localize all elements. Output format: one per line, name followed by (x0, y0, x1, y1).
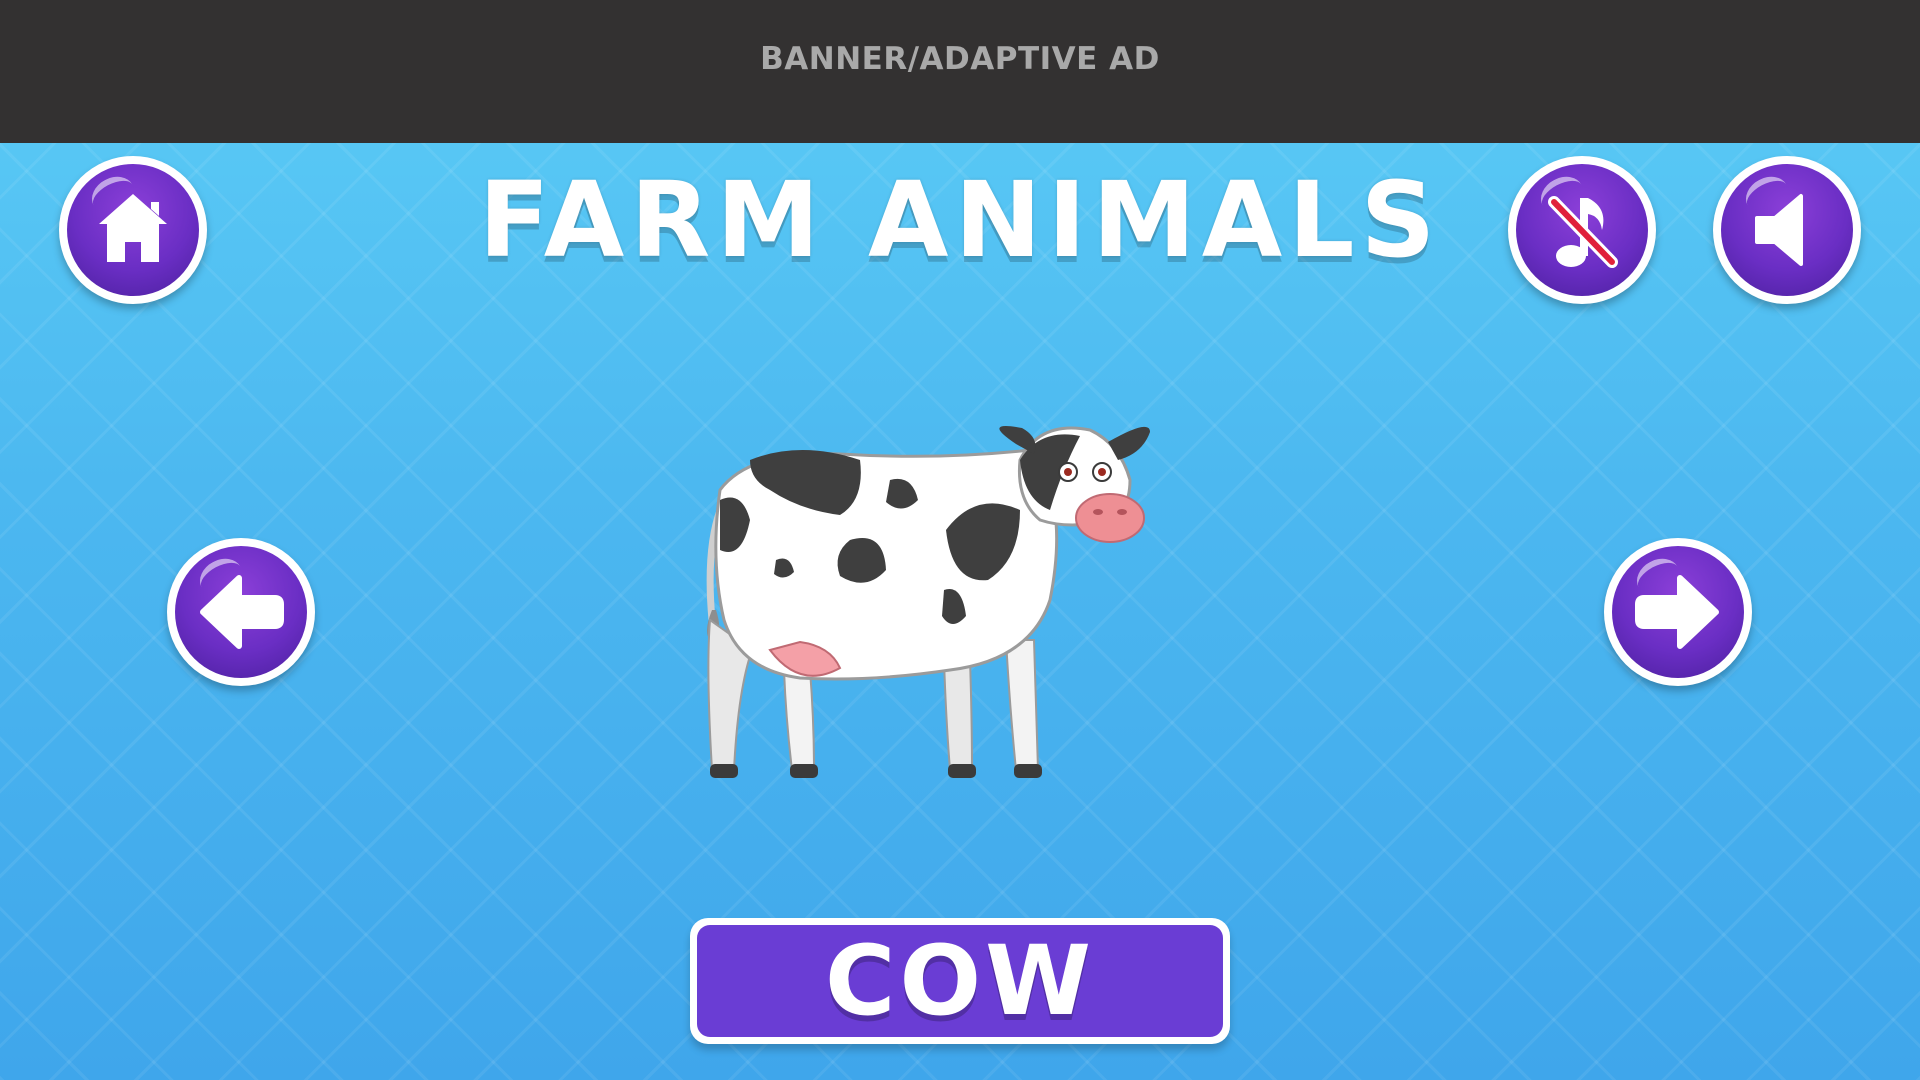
previous-button[interactable] (167, 538, 315, 686)
music-off-icon (1548, 196, 1618, 268)
game-screen: BANNER/ADAPTIVE AD FARM ANIMALS COW (0, 0, 1920, 1080)
cow-image[interactable] (690, 420, 1230, 800)
ad-banner[interactable]: BANNER/ADAPTIVE AD (0, 0, 1920, 143)
animal-name-plate: COW (690, 918, 1230, 1044)
sound-button[interactable] (1713, 156, 1861, 304)
arrow-right-icon (1635, 575, 1719, 649)
music-toggle-button[interactable] (1508, 156, 1656, 304)
arrow-left-icon (200, 575, 284, 649)
next-button[interactable] (1604, 538, 1752, 686)
page-title: FARM ANIMALS (478, 159, 1442, 281)
ad-banner-label: BANNER/ADAPTIVE AD (760, 40, 1160, 77)
home-icon (99, 194, 167, 262)
animal-name: COW (825, 925, 1095, 1037)
speaker-icon (1755, 194, 1803, 266)
home-button[interactable] (59, 156, 207, 304)
